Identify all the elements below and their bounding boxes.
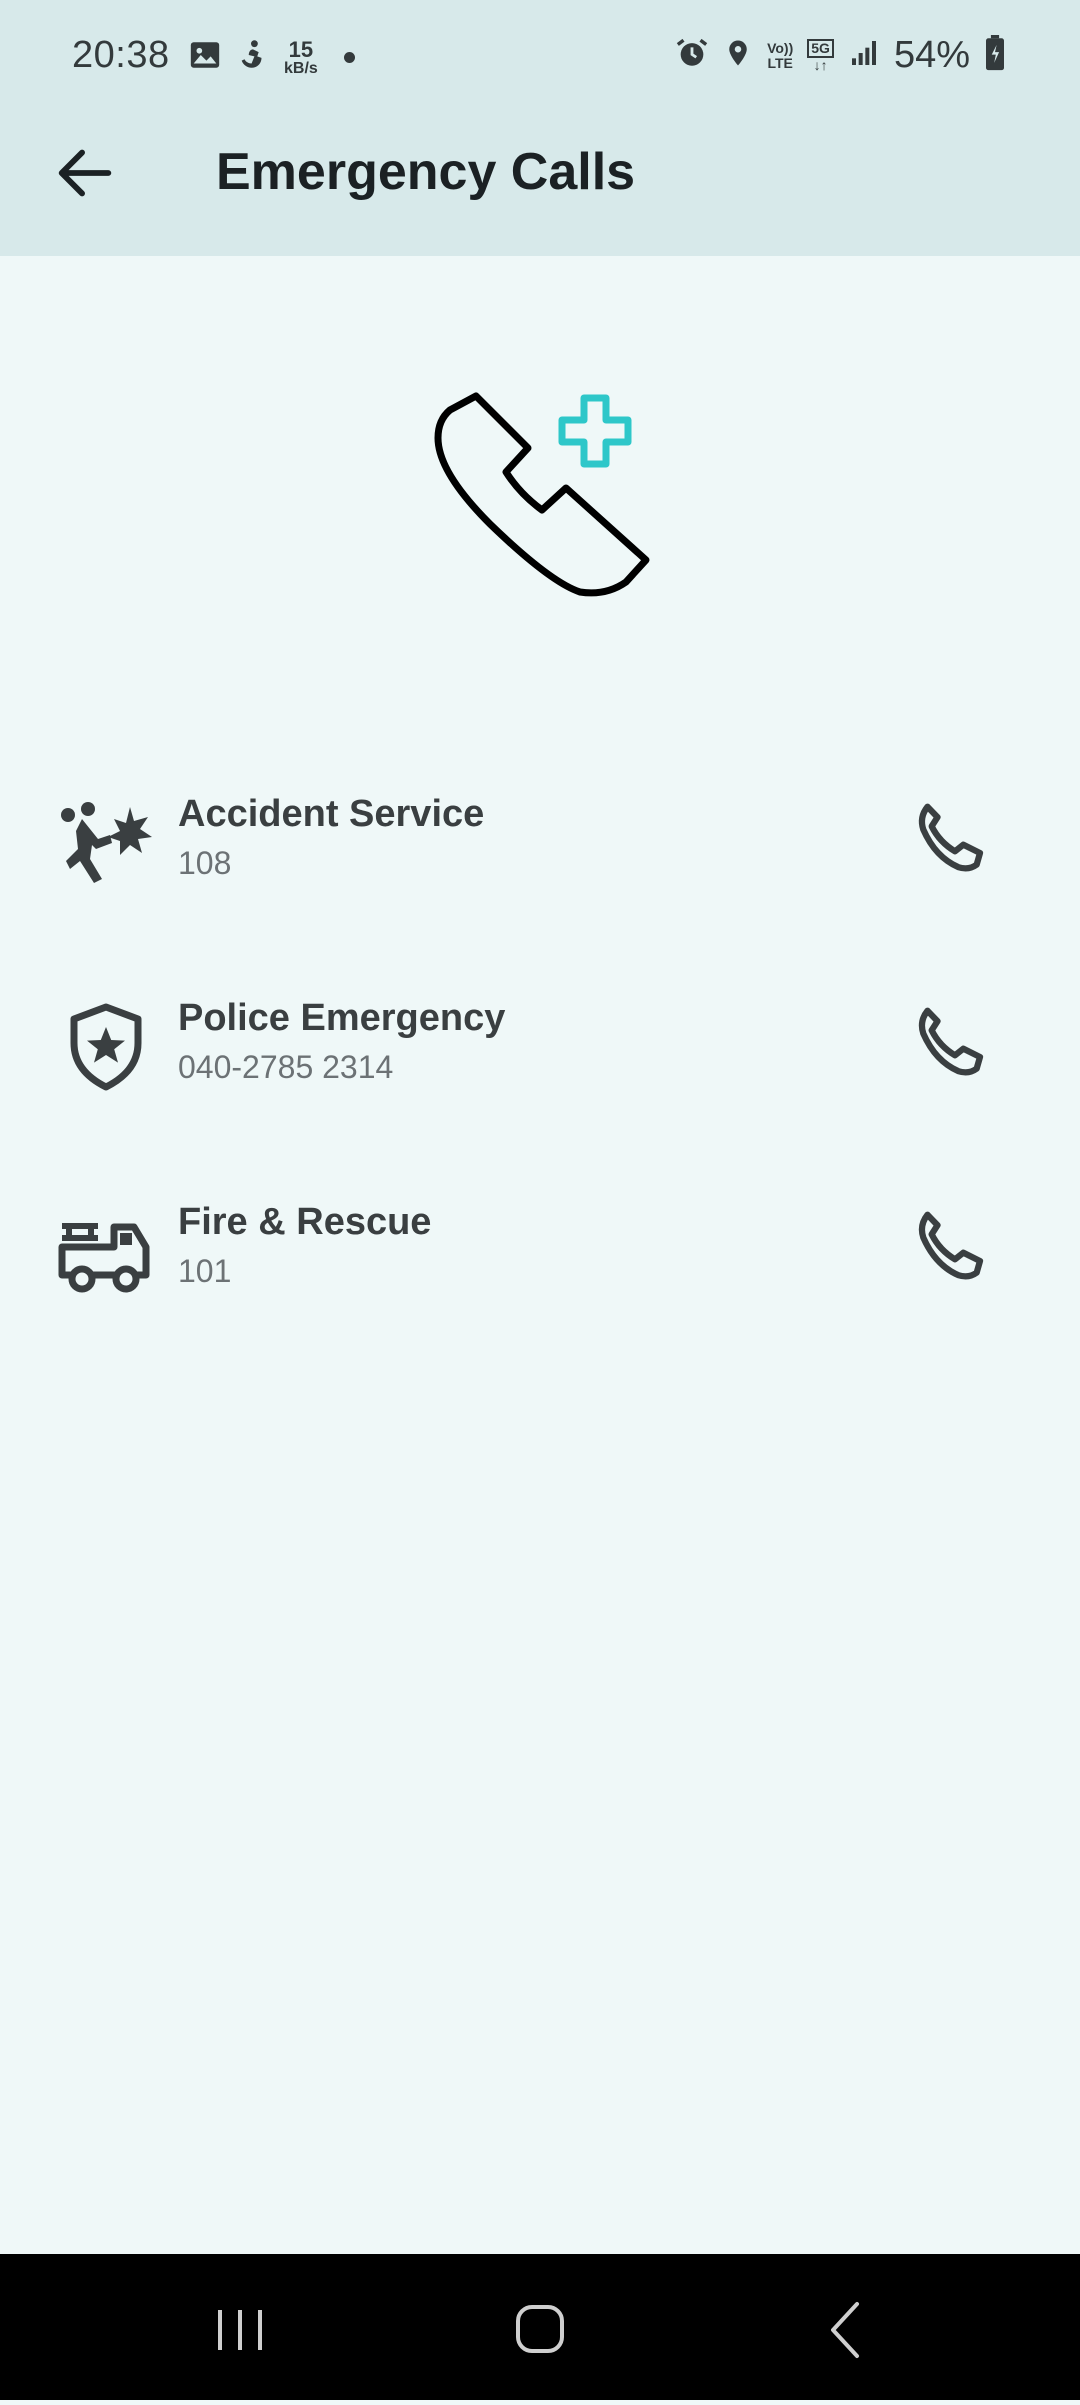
alarm-icon (675, 36, 709, 75)
notification-dot (343, 52, 355, 63)
emergency-phone-icon (420, 380, 660, 620)
nav-back-button[interactable] (745, 2254, 945, 2400)
contact-item-accident[interactable]: Accident Service 108 (0, 755, 1080, 925)
contact-name: Accident Service (178, 793, 485, 835)
contact-number: 040-2785 2314 (178, 1049, 394, 1085)
home-icon (516, 2305, 564, 2353)
system-nav-bar (0, 2254, 1080, 2400)
police-shield-icon (58, 999, 154, 1095)
home-button[interactable] (440, 2254, 640, 2400)
phone-icon (918, 1007, 984, 1076)
status-right-icons: Vo)) LTE 5G ↓↑ 54% (675, 34, 1006, 77)
contact-number: 101 (178, 1253, 232, 1289)
network-type-indicator: 5G ↓↑ (807, 38, 834, 73)
volte-top: Vo)) (767, 39, 794, 56)
accessibility-icon (236, 38, 270, 77)
back-icon (831, 2302, 859, 2358)
volte-indicator: Vo)) LTE (767, 39, 794, 71)
back-button[interactable] (50, 138, 120, 208)
accident-icon (58, 795, 154, 891)
contact-name: Police Emergency (178, 997, 506, 1039)
battery-percent: 54% (893, 34, 970, 76)
network-speed-unit: kB/s (284, 59, 318, 77)
location-icon (723, 36, 753, 75)
contact-item-police[interactable]: Police Emergency 040-2785 2314 (0, 959, 1080, 1129)
status-bar: 20:38 15 kB/s Vo)) LTE 5G ↓↑ 54% (0, 0, 1080, 120)
phone-icon (918, 803, 984, 872)
contact-item-fire[interactable]: Fire & Rescue 101 (0, 1163, 1080, 1333)
network-speed: 15 kB/s (284, 36, 318, 77)
volte-bottom: LTE (767, 54, 793, 71)
phone-icon (918, 1211, 984, 1280)
status-time: 20:38 (72, 34, 170, 76)
contact-number: 108 (178, 845, 232, 881)
network-type-top: 5G (807, 38, 834, 58)
contact-name: Fire & Rescue (178, 1201, 432, 1243)
call-button[interactable] (900, 992, 1000, 1092)
arrow-left-icon (58, 149, 112, 197)
network-type-bottom: ↓↑ (813, 56, 828, 73)
call-button[interactable] (900, 1196, 1000, 1296)
signal-icon (848, 37, 880, 74)
recent-apps-button[interactable] (140, 2254, 340, 2400)
fire-truck-icon (58, 1203, 154, 1299)
status-left-icons: 15 kB/s (188, 38, 355, 77)
call-button[interactable] (900, 788, 1000, 888)
battery-charging-icon (984, 35, 1006, 76)
page-title: Emergency Calls (216, 143, 636, 201)
network-speed-value: 15 (288, 36, 314, 62)
image-icon (188, 38, 222, 77)
recent-apps-icon (218, 2310, 262, 2350)
